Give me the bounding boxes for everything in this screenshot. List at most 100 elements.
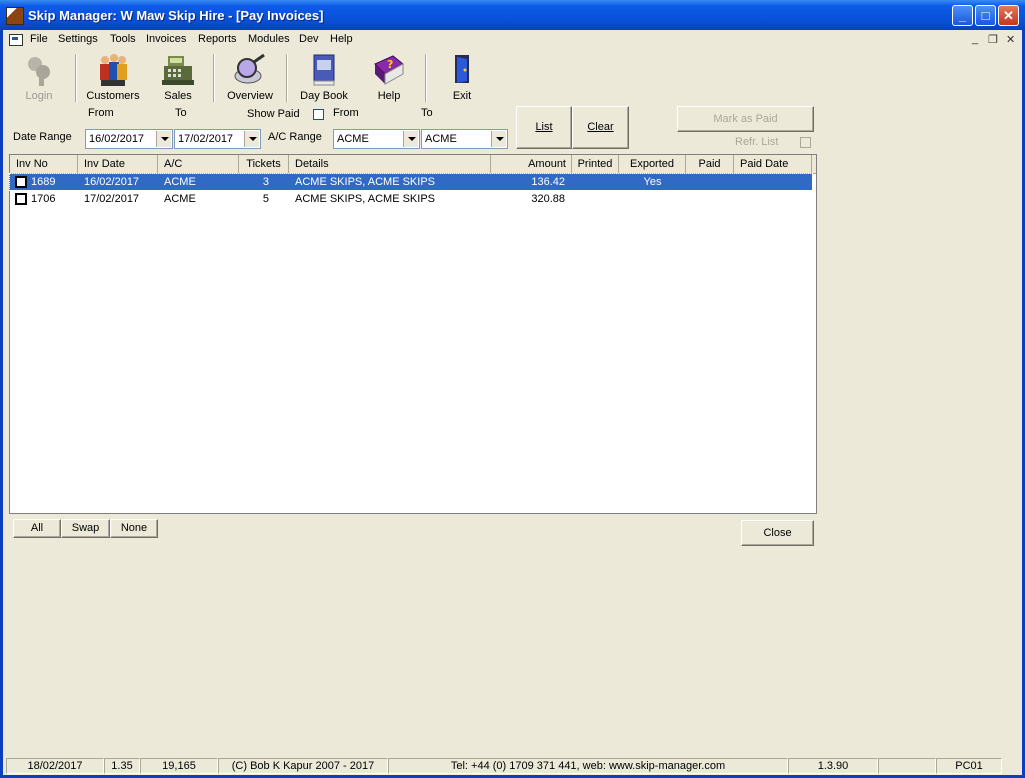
- ac-to-select[interactable]: ACME: [421, 129, 508, 149]
- close-button[interactable]: Close: [741, 520, 814, 546]
- daybook-tool-button[interactable]: Day Book: [296, 50, 352, 102]
- table-row[interactable]: 1706 17/02/2017 ACME 5 ACME SKIPS, ACME …: [10, 191, 812, 207]
- table-row[interactable]: 1689 16/02/2017 ACME 3 ACME SKIPS, ACME …: [9, 173, 813, 191]
- chevron-down-icon[interactable]: [491, 131, 506, 147]
- date-from-value: 16/02/2017: [89, 133, 145, 145]
- overview-tool-button[interactable]: Overview: [222, 50, 278, 102]
- overview-label: Overview: [227, 90, 273, 102]
- login-keys-icon: [21, 52, 57, 88]
- menu-invoices[interactable]: Invoices: [146, 33, 186, 45]
- menu-modules[interactable]: Modules: [248, 33, 290, 45]
- menu-settings[interactable]: Settings: [58, 33, 98, 45]
- mdi-restore-button[interactable]: ❐: [988, 33, 998, 46]
- col-printed[interactable]: Printed: [572, 155, 619, 173]
- exit-label: Exit: [452, 90, 472, 102]
- status-num2: 19,165: [140, 758, 218, 774]
- customers-tool-button[interactable]: Customers: [85, 50, 141, 102]
- invoice-grid[interactable]: Inv No Inv Date A/C Tickets Details Amou…: [9, 154, 817, 514]
- ac-to-value: ACME: [425, 133, 457, 145]
- select-all-button[interactable]: All: [13, 519, 61, 538]
- mdi-child-icon[interactable]: [9, 34, 23, 46]
- col-amount[interactable]: Amount: [491, 155, 572, 173]
- select-none-button[interactable]: None: [110, 519, 158, 538]
- date-to-select[interactable]: 17/02/2017: [174, 129, 261, 149]
- customers-label: Customers: [86, 90, 140, 102]
- grid-header: Inv No Inv Date A/C Tickets Details Amou…: [10, 155, 816, 174]
- menu-dev[interactable]: Dev: [299, 33, 319, 45]
- show-paid-checkbox[interactable]: [313, 109, 324, 120]
- col-details[interactable]: Details: [289, 155, 491, 173]
- date-to-value: 17/02/2017: [178, 133, 234, 145]
- status-version: 1.3.90: [788, 758, 878, 774]
- clear-button[interactable]: Clear: [572, 106, 629, 149]
- mdi-minimize-button[interactable]: _: [972, 33, 978, 45]
- chevron-down-icon[interactable]: [244, 131, 259, 147]
- swap-selection-button[interactable]: Swap: [61, 519, 110, 538]
- chevron-down-icon[interactable]: [156, 131, 171, 147]
- cash-register-icon: [160, 52, 196, 88]
- minimize-button[interactable]: _: [952, 5, 973, 26]
- status-copyright: (C) Bob K Kapur 2007 - 2017: [218, 758, 388, 774]
- cell-amount: 136.42: [531, 176, 565, 188]
- cell-tickets: 3: [262, 176, 269, 188]
- toolbar-separator: [425, 54, 427, 102]
- status-contact: Tel: +44 (0) 1709 371 441, web: www.skip…: [388, 758, 788, 774]
- exit-door-icon: [444, 52, 480, 88]
- date-from-select[interactable]: 16/02/2017: [85, 129, 173, 149]
- maximize-button[interactable]: □: [975, 5, 996, 26]
- exit-tool-button[interactable]: Exit: [434, 50, 490, 102]
- toolbar: Login Customers Sales Overview Day Book …: [3, 50, 1022, 108]
- status-date: 18/02/2017: [6, 758, 104, 774]
- cell-tickets: 5: [262, 193, 269, 205]
- chevron-down-icon[interactable]: [403, 131, 418, 147]
- toolbar-separator: [286, 54, 288, 102]
- skip-app-icon[interactable]: [6, 7, 24, 25]
- menu-file[interactable]: File: [30, 33, 48, 45]
- col-paid-date[interactable]: Paid Date: [734, 155, 812, 173]
- ac-range-label: A/C Range: [268, 131, 322, 143]
- col-tickets[interactable]: Tickets: [239, 155, 289, 173]
- list-button[interactable]: List: [516, 106, 572, 149]
- title-bar[interactable]: Skip Manager: W Maw Skip Hire - [Pay Inv…: [0, 0, 1025, 30]
- menu-help[interactable]: Help: [330, 33, 353, 45]
- row-checkbox[interactable]: [15, 193, 27, 205]
- cell-details: ACME SKIPS, ACME SKIPS: [295, 193, 435, 205]
- menu-reports[interactable]: Reports: [198, 33, 237, 45]
- row-checkbox[interactable]: [15, 176, 27, 188]
- window-title: Skip Manager: W Maw Skip Hire - [Pay Inv…: [28, 8, 324, 23]
- cell-ac: ACME: [164, 176, 196, 188]
- date-to-label: To: [175, 107, 187, 119]
- refr-list-checkbox[interactable]: [800, 137, 811, 148]
- help-tool-button[interactable]: ? Help: [361, 50, 417, 102]
- mark-as-paid-button[interactable]: Mark as Paid: [677, 106, 814, 132]
- svg-text:?: ?: [387, 58, 393, 71]
- status-bar: 18/02/2017 1.35 19,165 (C) Bob K Kapur 2…: [3, 757, 1022, 775]
- sales-tool-button[interactable]: Sales: [150, 50, 206, 102]
- ac-to-label: To: [421, 107, 433, 119]
- close-window-button[interactable]: ✕: [998, 5, 1019, 26]
- cell-inv-date: 17/02/2017: [84, 193, 140, 205]
- cell-details: ACME SKIPS, ACME SKIPS: [295, 176, 435, 188]
- col-exported[interactable]: Exported: [619, 155, 686, 173]
- toolbar-separator: [213, 54, 215, 102]
- login-label: Login: [25, 90, 53, 102]
- cell-inv-date: 16/02/2017: [84, 176, 140, 188]
- sales-label: Sales: [164, 90, 192, 102]
- application-window: Skip Manager: W Maw Skip Hire - [Pay Inv…: [0, 0, 1025, 778]
- col-inv-no[interactable]: Inv No: [10, 155, 78, 173]
- col-paid[interactable]: Paid: [686, 155, 734, 173]
- cell-ac: ACME: [164, 193, 196, 205]
- help-book-icon: ?: [371, 52, 407, 88]
- col-inv-date[interactable]: Inv Date: [78, 155, 158, 173]
- status-blank: [878, 758, 936, 774]
- login-tool-button[interactable]: Login: [11, 50, 67, 102]
- cell-inv-no: 1689: [31, 176, 56, 188]
- ac-from-select[interactable]: ACME: [333, 129, 420, 149]
- magnifier-icon: [232, 52, 268, 88]
- menu-tools[interactable]: Tools: [110, 33, 136, 45]
- mdi-close-button[interactable]: ✕: [1006, 33, 1015, 46]
- status-num1: 1.35: [104, 758, 140, 774]
- customers-people-icon: [95, 52, 131, 88]
- col-ac[interactable]: A/C: [158, 155, 239, 173]
- cell-amount: 320.88: [531, 193, 565, 205]
